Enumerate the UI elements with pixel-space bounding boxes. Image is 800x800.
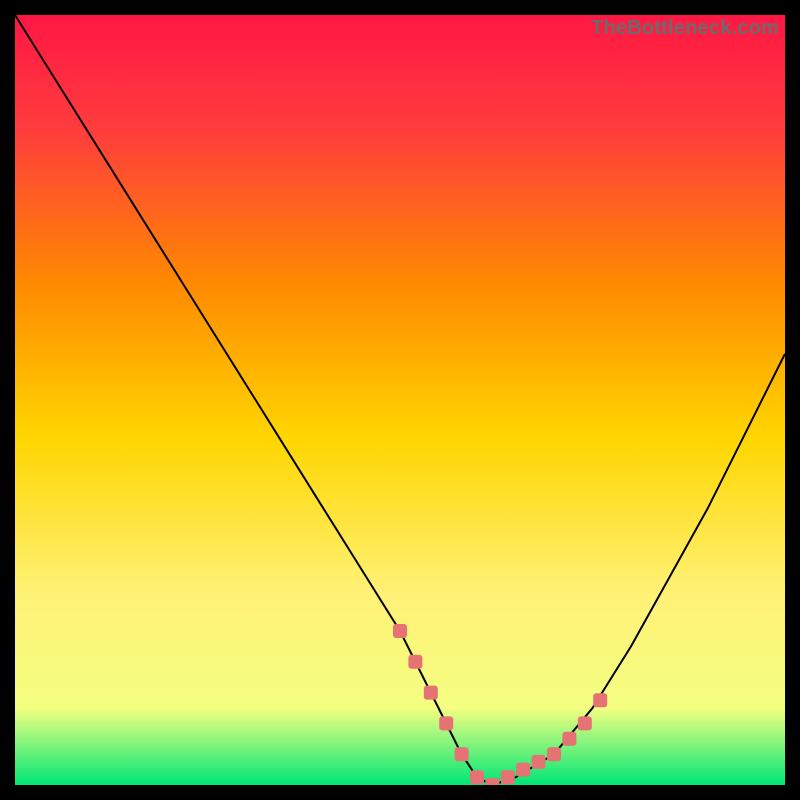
marker-point — [532, 755, 546, 769]
chart-svg — [15, 15, 785, 785]
marker-point — [470, 770, 484, 784]
marker-point — [393, 624, 407, 638]
chart-background-gradient — [15, 15, 785, 785]
marker-point — [593, 693, 607, 707]
marker-point — [455, 747, 469, 761]
marker-point — [562, 732, 576, 746]
marker-point — [408, 655, 422, 669]
marker-point — [485, 778, 499, 785]
marker-point — [516, 763, 530, 777]
marker-point — [501, 770, 515, 784]
marker-point — [424, 686, 438, 700]
chart-frame: TheBottleneck.com — [15, 15, 785, 785]
marker-point — [439, 716, 453, 730]
marker-point — [547, 747, 561, 761]
marker-point — [578, 716, 592, 730]
watermark-text: TheBottleneck.com — [591, 17, 779, 40]
